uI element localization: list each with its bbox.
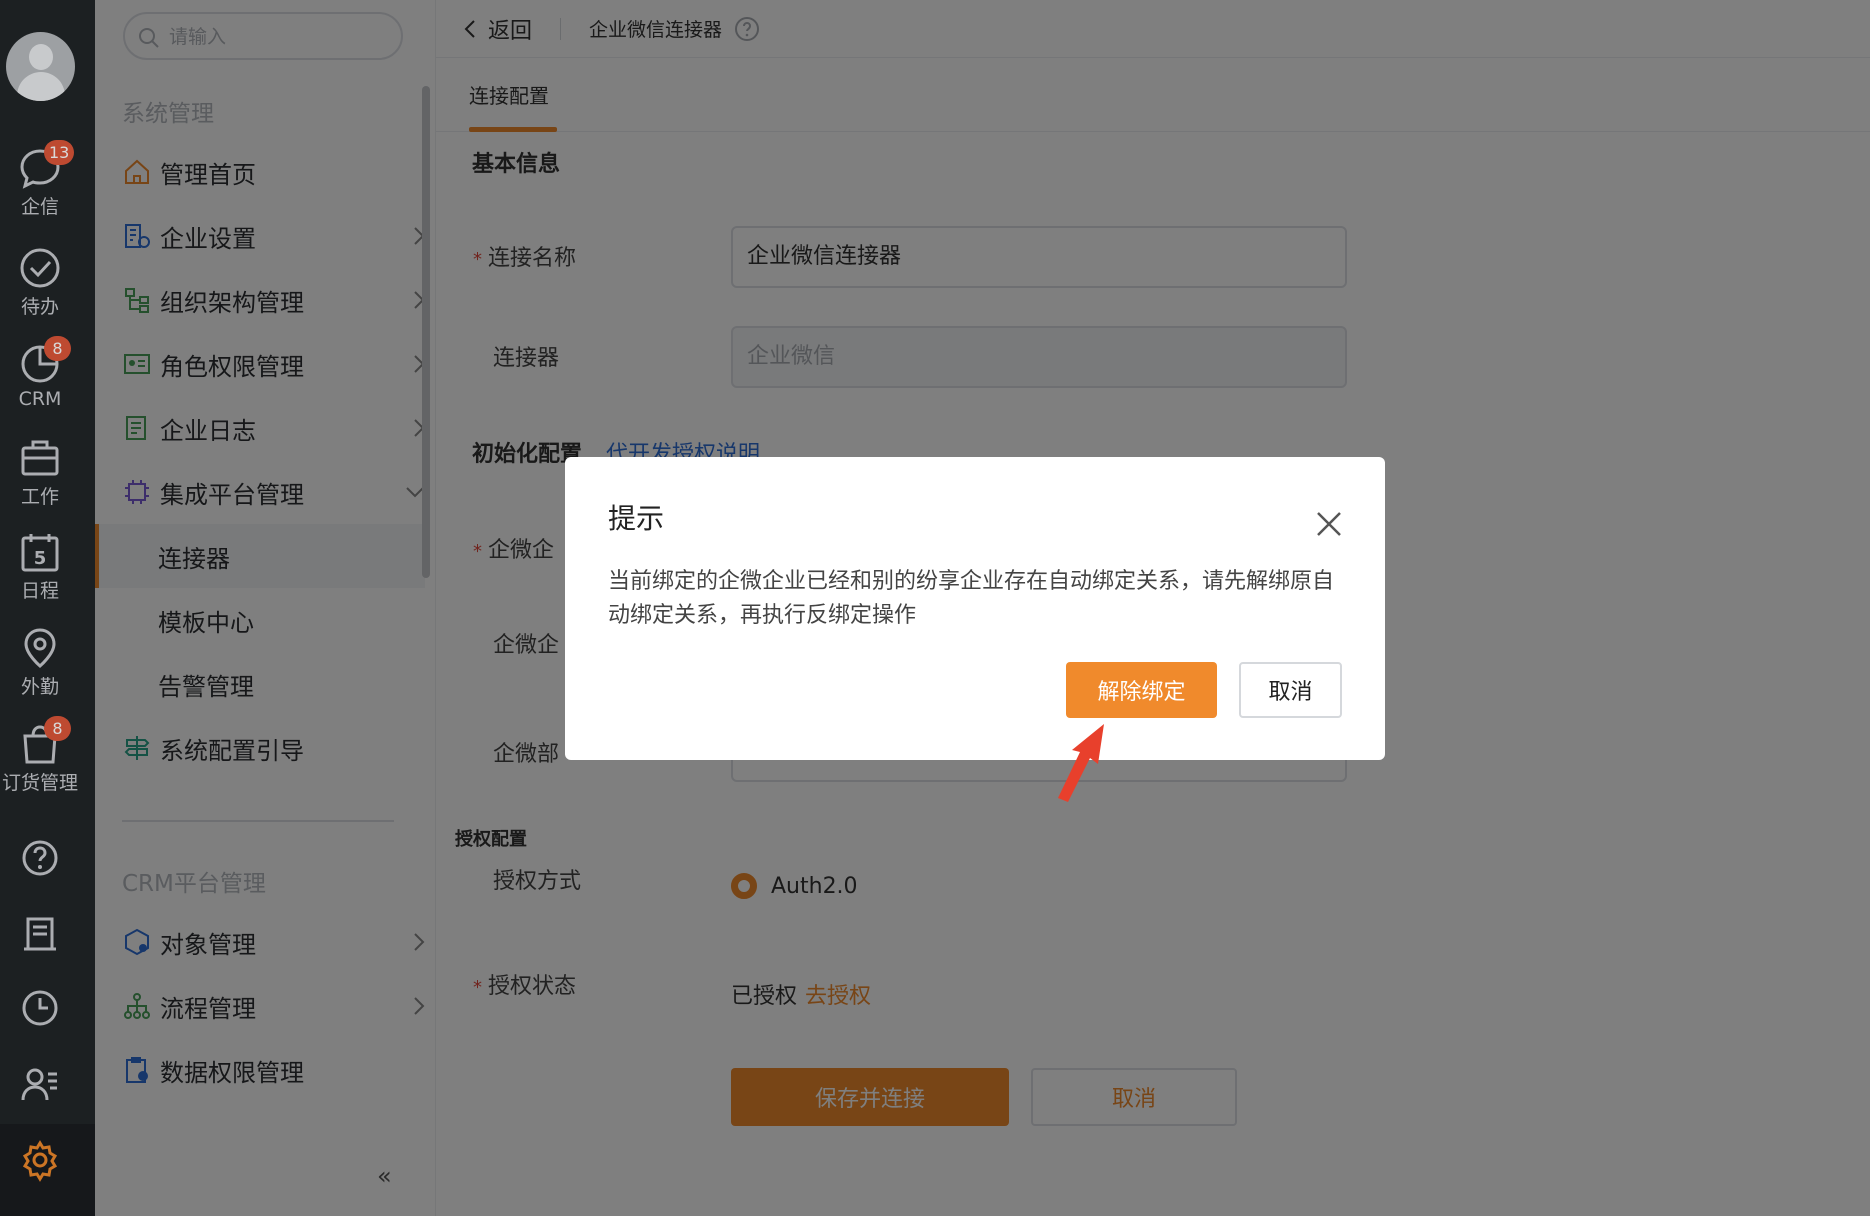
dialog-cancel-button[interactable]: 取消 xyxy=(1239,662,1342,718)
dialog-message: 当前绑定的企微企业已经和别的纷享企业存在自动绑定关系，请先解绑原自动绑定关系，再… xyxy=(608,569,1335,628)
unbind-button[interactable]: 解除绑定 xyxy=(1066,662,1217,718)
dialog-title: 提示 xyxy=(608,502,665,535)
prompt-dialog: 提示 当前绑定的企微企业已经和别的纷享企业存在自动绑定关系，请先解绑原自动绑定关… xyxy=(565,457,1385,760)
modal-mask-rail xyxy=(0,0,95,1216)
close-icon[interactable] xyxy=(1314,509,1344,539)
annotation-arrow-icon xyxy=(1058,724,1104,802)
